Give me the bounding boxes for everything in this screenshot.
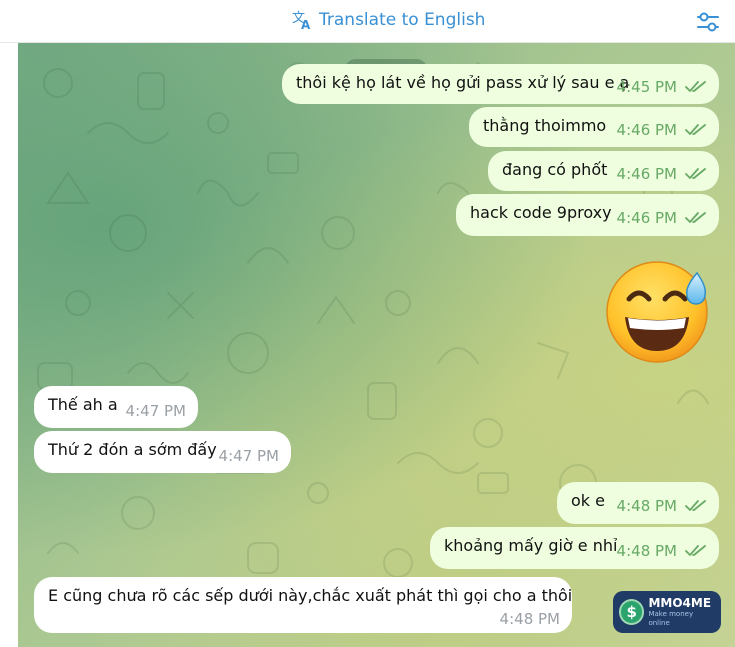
message-bubble-incoming[interactable]: Thứ 2 đón a sớm đấy 4:47 PM <box>34 431 291 473</box>
settings-sliders-icon[interactable] <box>695 9 721 35</box>
logo-text: MMO4ME Make money online <box>648 595 715 628</box>
double-check-icon <box>685 545 706 556</box>
mmo4me-watermark-logo: $ MMO4ME Make money online <box>613 591 721 633</box>
chat-area[interactable]: March 1 thôi kệ họ lát về họ gửi pass xử… <box>18 43 735 647</box>
double-check-icon <box>685 124 706 135</box>
translate-button[interactable]: 文 A Translate to English <box>291 9 485 31</box>
translate-icon: 文 A <box>292 11 311 31</box>
translate-label: Translate to English <box>319 10 486 30</box>
message-text: E cũng chưa rõ các sếp dưới này,chắc xuấ… <box>48 586 573 605</box>
double-check-icon <box>685 500 706 511</box>
top-bar: 文 A Translate to English <box>0 0 735 43</box>
message-bubble-incoming[interactable]: E cũng chưa rõ các sếp dưới này,chắc xuấ… <box>34 577 572 633</box>
message-text: khoảng mấy giờ e nhỉ <box>444 536 618 555</box>
message-time: 4:48 PM <box>616 497 677 515</box>
message-meta: 4:46 PM <box>617 121 707 139</box>
message-bubble-outgoing[interactable]: khoảng mấy giờ e nhỉ 4:48 PM <box>430 527 719 569</box>
double-check-icon <box>685 212 706 223</box>
message-time: 4:46 PM <box>616 209 677 227</box>
message-bubble-outgoing[interactable]: thôi kệ họ lát về họ gửi pass xử lý sau … <box>282 64 719 104</box>
message-meta: 4:47 PM <box>219 447 279 465</box>
message-text: đang có phốt <box>502 160 608 179</box>
message-text: hack code 9proxy <box>470 203 612 222</box>
svg-text:A: A <box>301 18 311 31</box>
message-bubble-incoming[interactable]: Thế ah a 4:47 PM <box>34 386 198 428</box>
message-text: ok e <box>571 491 605 510</box>
message-text: Thế ah a <box>48 395 118 414</box>
message-text: Thứ 2 đón a sớm đấy <box>48 440 217 459</box>
message-meta: 4:48 PM <box>617 542 707 560</box>
double-check-icon <box>685 168 706 179</box>
message-text: thằng thoimmo <box>483 116 607 135</box>
message-text: thôi kệ họ lát về họ gửi pass xử lý sau … <box>296 73 630 92</box>
message-time: 4:47 PM <box>218 447 279 465</box>
message-time: 4:48 PM <box>616 542 677 560</box>
message-time: 4:45 PM <box>616 78 677 96</box>
message-meta: 4:45 PM <box>617 78 707 96</box>
message-meta: 4:48 PM <box>500 610 560 628</box>
grinning-face-with-sweat-emoji[interactable] <box>593 255 723 365</box>
message-time: 4:48 PM <box>499 610 560 628</box>
message-meta: 4:46 PM <box>617 209 707 227</box>
logo-tagline: Make money online <box>648 609 694 627</box>
message-time: 4:46 PM <box>616 121 677 139</box>
message-meta: 4:46 PM <box>617 165 707 183</box>
dollar-coin-icon: $ <box>619 599 645 625</box>
message-time: 4:46 PM <box>616 165 677 183</box>
message-bubble-outgoing[interactable]: ok e 4:48 PM <box>557 482 719 524</box>
double-check-icon <box>685 81 706 92</box>
message-bubble-outgoing[interactable]: thằng thoimmo 4:46 PM <box>469 107 719 147</box>
message-bubble-outgoing[interactable]: đang có phốt 4:46 PM <box>488 151 719 191</box>
logo-name: MMO4ME <box>648 595 712 610</box>
message-time: 4:47 PM <box>125 402 186 420</box>
message-meta: 4:47 PM <box>126 402 186 420</box>
message-bubble-outgoing[interactable]: hack code 9proxy 4:46 PM <box>456 194 719 236</box>
message-meta: 4:48 PM <box>617 497 707 515</box>
